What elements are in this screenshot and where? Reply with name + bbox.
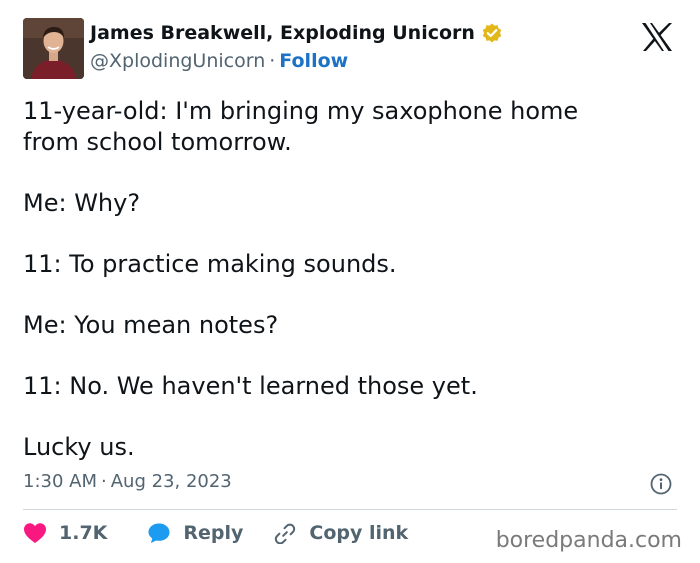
tweet-paragraph: 11: To practice making sounds. bbox=[23, 250, 397, 278]
watermark: boredpanda.com bbox=[495, 528, 682, 553]
tweet-date: Aug 23, 2023 bbox=[110, 471, 232, 492]
timestamp[interactable]: 1:30 AM · Aug 23, 2023 bbox=[23, 471, 232, 492]
handle-row: @XplodingUnicorn · Follow bbox=[90, 50, 348, 72]
tweet-paragraph: Lucky us. bbox=[23, 433, 135, 461]
tweet-paragraph: Me: You mean notes? bbox=[23, 311, 279, 339]
x-logo-icon[interactable] bbox=[640, 22, 674, 52]
timestamp-separator: · bbox=[101, 471, 107, 492]
handle-separator: · bbox=[269, 50, 276, 72]
divider bbox=[23, 509, 677, 510]
tweet-paragraph: 11-year-old: I'm bringing my saxophone h… bbox=[23, 97, 579, 156]
action-bar: 1.7K Reply Copy link bbox=[23, 522, 408, 544]
copy-link-button[interactable]: Copy link bbox=[273, 522, 408, 544]
tweet-paragraph: 11: No. We haven't learned those yet. bbox=[23, 372, 478, 400]
tweet-time: 1:30 AM bbox=[23, 471, 97, 492]
display-name[interactable]: James Breakwell, Exploding Unicorn bbox=[90, 22, 475, 44]
follow-button[interactable]: Follow bbox=[279, 50, 348, 72]
link-icon bbox=[275, 523, 296, 544]
like-count: 1.7K bbox=[59, 522, 108, 544]
info-icon[interactable] bbox=[650, 473, 672, 495]
avatar-image bbox=[23, 18, 84, 79]
heart-icon bbox=[24, 523, 46, 543]
verified-badge-icon bbox=[481, 22, 503, 44]
reply-button[interactable]: Reply bbox=[147, 522, 243, 544]
handle[interactable]: @XplodingUnicorn bbox=[90, 50, 265, 72]
reply-label: Reply bbox=[183, 522, 244, 544]
copy-link-label: Copy link bbox=[309, 522, 409, 544]
reply-bubble-icon bbox=[148, 523, 170, 543]
name-row: James Breakwell, Exploding Unicorn bbox=[90, 22, 503, 44]
like-button[interactable]: 1.7K bbox=[23, 522, 107, 544]
tweet-paragraph: Me: Why? bbox=[23, 189, 141, 217]
avatar[interactable] bbox=[23, 18, 84, 79]
tweet-text: 11-year-old: I'm bringing my saxophone h… bbox=[23, 96, 683, 463]
tweet-card: James Breakwell, Exploding Unicorn @Xplo… bbox=[0, 0, 700, 563]
